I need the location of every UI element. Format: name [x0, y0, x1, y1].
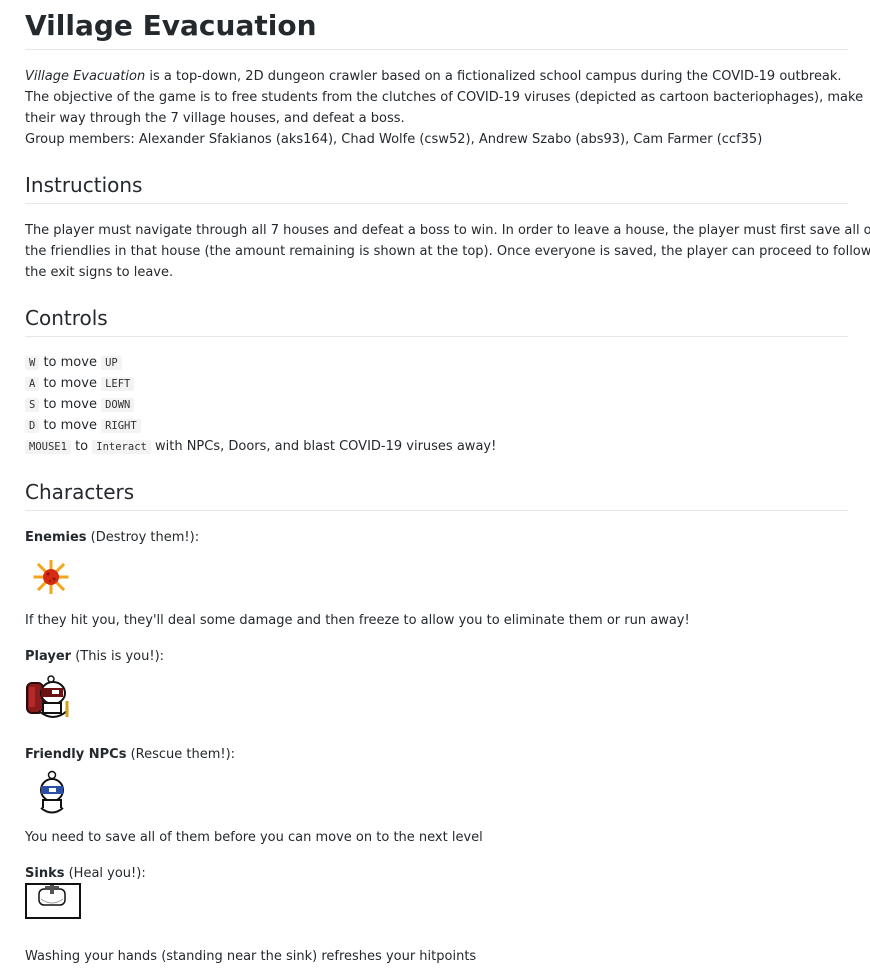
enemies-label: Enemies (Destroy them!): — [25, 530, 200, 545]
control-row: W to move UP — [25, 352, 122, 374]
sinks-description: Washing your hands (standing near the si… — [25, 949, 477, 964]
friendly-npc-icon — [40, 770, 64, 814]
control-row: S to move DOWN — [25, 394, 135, 416]
player-label: Player (This is you!): — [25, 649, 165, 664]
player-sprite-icon — [26, 675, 69, 718]
characters-divider — [25, 510, 848, 511]
virus-icon — [33, 560, 69, 594]
page-title: Village Evacuation — [25, 9, 317, 42]
controls-divider — [25, 336, 848, 337]
game-name: Village Evacuation — [25, 69, 146, 84]
sink-icon — [25, 883, 81, 919]
control-row: D to move RIGHT — [25, 415, 141, 437]
group-members: Group members: Alexander Sfakianos (aks1… — [25, 132, 763, 147]
instructions-heading: Instructions — [25, 173, 143, 197]
enemies-description: If they hit you, they'll deal some damag… — [25, 613, 690, 628]
instructions-paragraph: The player must navigate through all 7 h… — [25, 223, 870, 280]
friendly-npcs-description: You need to save all of them before you … — [25, 830, 483, 845]
sinks-label: Sinks (Heal you!): — [25, 866, 146, 881]
friendly-npcs-label: Friendly NPCs (Rescue them!): — [25, 747, 236, 762]
control-row: MOUSE1 to Interact with NPCs, Doors, and… — [25, 436, 496, 458]
intro-paragraph: Village Evacuation is a top-down, 2D dun… — [25, 66, 863, 150]
control-row: A to move LEFT — [25, 373, 135, 395]
controls-heading: Controls — [25, 306, 108, 330]
title-divider — [25, 49, 848, 50]
characters-heading: Characters — [25, 480, 135, 504]
instructions-divider — [25, 203, 848, 204]
